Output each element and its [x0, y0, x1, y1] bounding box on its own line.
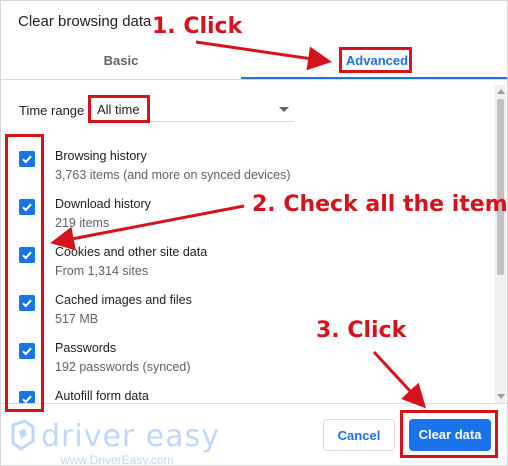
item-label: Autofill form data	[55, 389, 149, 403]
highlight-advanced-tab	[339, 47, 412, 73]
annotation-step-3: 3. Click	[316, 318, 407, 343]
clear-browsing-data-dialog: Clear browsing data Basic Advanced Time …	[0, 0, 508, 466]
watermark-brand: driver easy	[41, 419, 221, 454]
footer-divider	[1, 403, 507, 404]
tab-divider	[1, 79, 507, 80]
list-item-cached-images[interactable]: Cached images and files 517 MB	[1, 285, 495, 333]
scrollbar[interactable]	[495, 85, 506, 403]
item-label: Browsing history	[55, 149, 147, 163]
driver-easy-logo-icon	[11, 419, 35, 451]
dropdown-arrow-icon	[279, 107, 289, 112]
scroll-up-arrow-icon[interactable]	[497, 89, 505, 94]
item-label: Cached images and files	[55, 293, 192, 307]
highlight-clear-button	[400, 410, 498, 458]
list-item-browsing-history[interactable]: Browsing history 3,763 items (and more o…	[1, 141, 495, 189]
list-item-autofill[interactable]: Autofill form data	[1, 381, 495, 403]
scrollbar-thumb[interactable]	[497, 99, 504, 275]
item-label: Passwords	[55, 341, 117, 355]
dialog-title: Clear browsing data	[18, 13, 152, 30]
item-detail: 3,763 items (and more on synced devices)	[55, 168, 291, 182]
list-item-cookies[interactable]: Cookies and other site data From 1,314 s…	[1, 237, 495, 285]
data-type-list: Browsing history 3,763 items (and more o…	[1, 141, 495, 403]
list-item-passwords[interactable]: Passwords 192 passwords (synced)	[1, 333, 495, 381]
watermark-url: www.DriverEasy.com	[61, 453, 174, 466]
tab-basic[interactable]: Basic	[1, 53, 241, 68]
item-detail: 219 items	[55, 216, 110, 230]
watermark-logo: driver easy www.DriverEasy.com	[9, 419, 219, 465]
annotation-step-2: 2. Check all the items	[252, 192, 508, 217]
item-detail: 192 passwords (synced)	[55, 360, 191, 374]
item-detail: 517 MB	[55, 312, 99, 326]
highlight-time-range	[88, 95, 150, 123]
scroll-down-arrow-icon[interactable]	[497, 394, 505, 399]
item-label: Cookies and other site data	[55, 245, 208, 259]
cancel-button[interactable]: Cancel	[323, 419, 395, 451]
item-detail: From 1,314 sites	[55, 264, 149, 278]
item-label: Download history	[55, 197, 151, 211]
time-range-label: Time range	[19, 103, 85, 118]
annotation-step-1: 1. Click	[152, 14, 243, 39]
highlight-checkboxes	[5, 134, 44, 412]
